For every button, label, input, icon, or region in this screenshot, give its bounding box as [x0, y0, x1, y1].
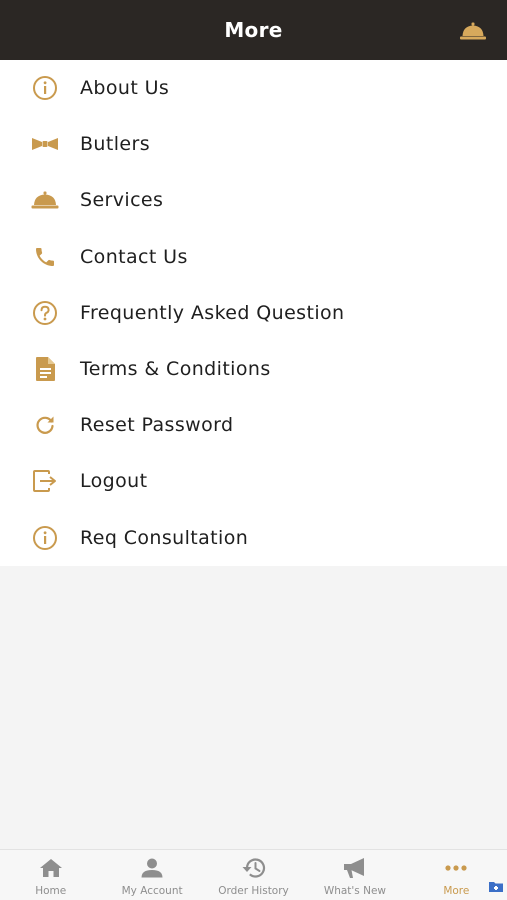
- bottom-tab-bar: Home My Account Order History What's New…: [0, 849, 507, 900]
- menu-item-label: Req Consultation: [80, 526, 249, 549]
- refresh-icon: [36, 416, 54, 435]
- menu-item-services[interactable]: Services: [0, 172, 507, 228]
- tab-order-history[interactable]: Order History: [203, 850, 304, 900]
- top-app-bar: More: [0, 0, 507, 60]
- more-menu-list: About Us Butlers Services Contact Us Fre…: [0, 60, 507, 566]
- page-title: More: [224, 18, 283, 42]
- phone-icon: [36, 247, 54, 266]
- menu-item-butlers[interactable]: Butlers: [0, 116, 507, 172]
- menu-item-label: Terms & Conditions: [80, 358, 271, 381]
- tab-home[interactable]: Home: [0, 850, 101, 900]
- more-dots-icon: [445, 865, 467, 871]
- menu-item-about-us[interactable]: About Us: [0, 60, 507, 116]
- menu-item-label: Contact Us: [80, 245, 188, 268]
- menu-item-label: Reset Password: [80, 414, 234, 437]
- menu-item-label: Logout: [80, 470, 148, 493]
- menu-item-label: About Us: [80, 77, 170, 100]
- folder-icon: [489, 882, 503, 892]
- logout-icon: [33, 470, 56, 493]
- tab-my-account[interactable]: My Account: [101, 850, 202, 900]
- menu-item-contact-us[interactable]: Contact Us: [0, 229, 507, 285]
- service-bell-icon: [31, 191, 59, 209]
- question-icon: [33, 300, 57, 325]
- service-bell-icon: [460, 22, 486, 40]
- menu-item-logout[interactable]: Logout: [0, 453, 507, 509]
- menu-item-req-consultation[interactable]: Req Consultation: [0, 510, 507, 566]
- tab-label: My Account: [121, 885, 183, 897]
- menu-item-faq[interactable]: Frequently Asked Question: [0, 285, 507, 341]
- tab-whats-new[interactable]: What's New: [304, 850, 405, 900]
- person-icon: [141, 858, 163, 878]
- menu-item-label: Frequently Asked Question: [80, 301, 345, 324]
- tab-more[interactable]: More: [406, 850, 507, 900]
- tab-label: Order History: [218, 885, 289, 897]
- document-icon: [36, 357, 55, 382]
- megaphone-icon: [343, 858, 364, 878]
- tab-label: More: [443, 885, 470, 897]
- tab-label: What's New: [323, 885, 387, 897]
- menu-item-terms-conditions[interactable]: Terms & Conditions: [0, 341, 507, 397]
- menu-item-reset-password[interactable]: Reset Password: [0, 397, 507, 453]
- menu-item-label: Butlers: [80, 133, 151, 156]
- home-icon: [39, 859, 62, 877]
- info-icon: [33, 525, 57, 550]
- service-bell-button[interactable]: [459, 20, 487, 42]
- info-icon: [33, 76, 57, 101]
- history-icon: [242, 858, 265, 878]
- tab-label: Home: [35, 885, 67, 897]
- bow-tie-icon: [32, 138, 58, 151]
- menu-item-label: Services: [80, 189, 164, 212]
